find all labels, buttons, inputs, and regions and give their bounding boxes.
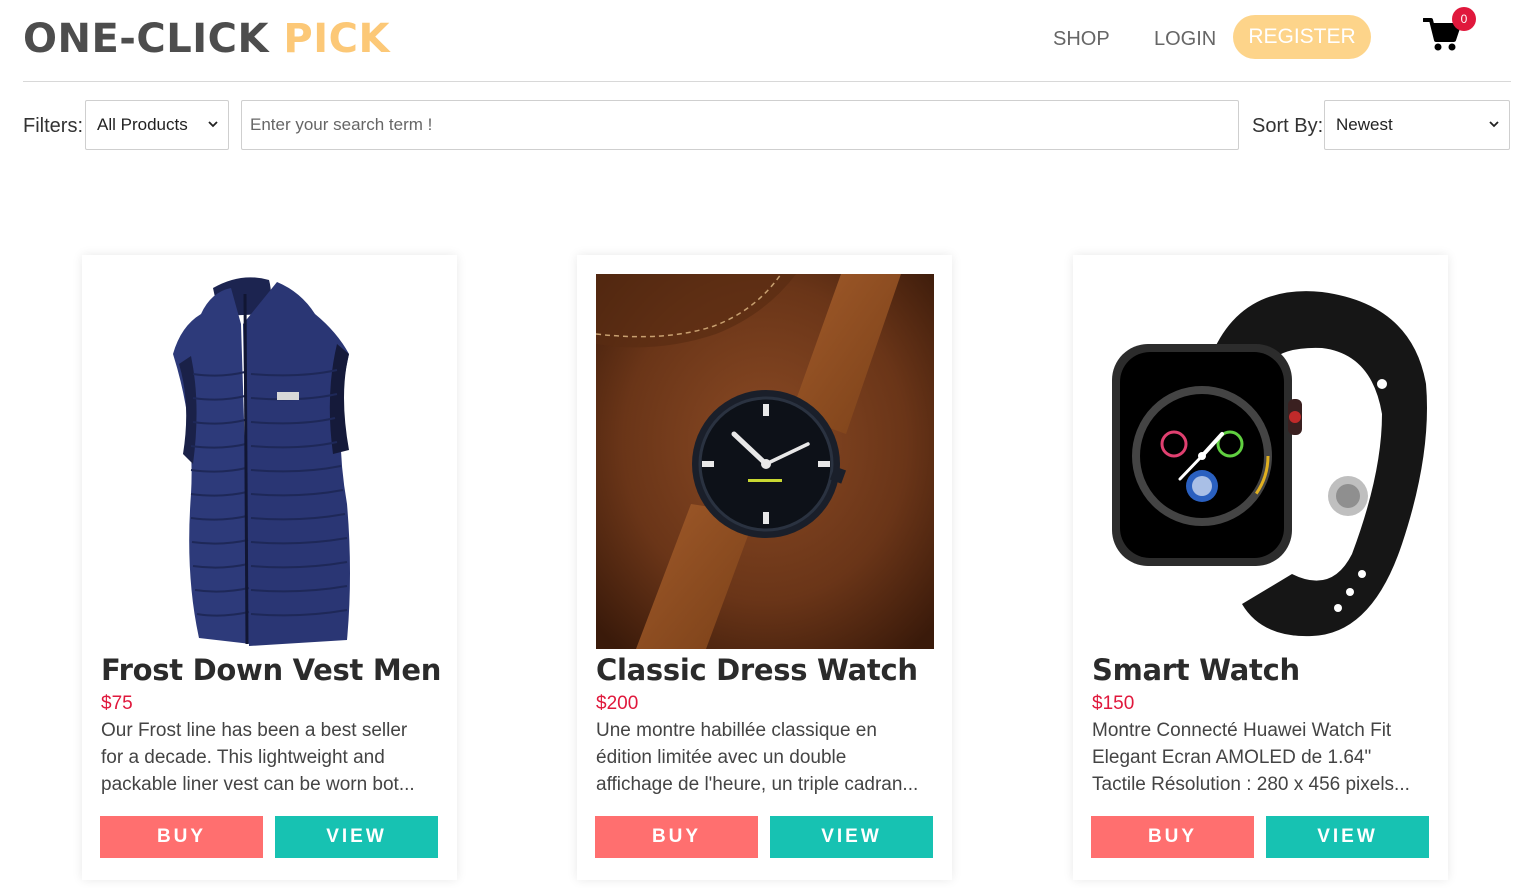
product-title[interactable]: Smart Watch <box>1092 651 1300 689</box>
buy-button[interactable]: BUY <box>1091 816 1254 858</box>
chevron-down-icon <box>1489 121 1499 128</box>
description-line: for a decade. This lightweight and <box>101 747 385 768</box>
product-price: $75 <box>101 693 133 714</box>
register-button[interactable]: REGISTER <box>1233 15 1371 59</box>
description-line: packable liner vest can be worn bot... <box>101 774 415 795</box>
product-description: Une montre habillée classique en édition… <box>596 717 936 798</box>
brand-name-part1: ONE-CLICK <box>23 16 269 62</box>
description-line: Tactile Résolution : 280 x 456 pixels... <box>1092 774 1410 795</box>
view-button[interactable]: VIEW <box>1266 816 1429 858</box>
product-price: $200 <box>596 693 639 714</box>
product-description: Our Frost line has been a best seller fo… <box>101 717 441 798</box>
brand-name-part2: PICK <box>283 16 390 62</box>
site-header: ONE-CLICK PICK SHOP LOGIN REGISTER <box>23 0 1511 82</box>
view-button[interactable]: VIEW <box>770 816 933 858</box>
search-input[interactable] <box>241 100 1239 150</box>
description-line: Our Frost line has been a best seller <box>101 720 408 741</box>
description-line: Montre Connecté Huawei Watch Fit <box>1092 720 1392 741</box>
sort-select[interactable]: Newest <box>1324 100 1510 150</box>
category-select-value: All Products <box>97 115 188 134</box>
product-image-smart-watch[interactable] <box>1092 274 1430 649</box>
nav-login-link[interactable]: LOGIN <box>1154 26 1216 52</box>
filters-label: Filters: <box>23 115 83 137</box>
category-select[interactable]: All Products <box>85 100 229 150</box>
description-line: affichage de l'heure, un triple cadran..… <box>596 774 919 795</box>
product-image-dress-watch[interactable] <box>596 274 934 649</box>
buy-button[interactable]: BUY <box>100 816 263 858</box>
sort-by-label: Sort By: <box>1252 115 1324 137</box>
product-description: Montre Connecté Huawei Watch Fit Elegant… <box>1092 717 1432 798</box>
product-title[interactable]: Classic Dress Watch <box>596 651 918 689</box>
nav-shop-link[interactable]: SHOP <box>1053 26 1110 52</box>
chevron-down-icon <box>208 121 218 128</box>
view-button[interactable]: VIEW <box>275 816 438 858</box>
product-card: Frost Down Vest Men $75 Our Frost line h… <box>82 255 457 880</box>
brand-logo[interactable]: ONE-CLICK PICK <box>23 16 390 62</box>
description-line: édition limitée avec un double <box>596 747 847 768</box>
sort-select-value: Newest <box>1336 115 1393 134</box>
product-card: Classic Dress Watch $200 Une montre habi… <box>577 255 952 880</box>
buy-button[interactable]: BUY <box>595 816 758 858</box>
cart-count-badge: 0 <box>1452 7 1476 31</box>
product-image-vest[interactable] <box>101 274 439 649</box>
product-card: Smart Watch $150 Montre Connecté Huawei … <box>1073 255 1448 880</box>
product-price: $150 <box>1092 693 1135 714</box>
description-line: Elegant Ecran AMOLED de 1.64" <box>1092 747 1372 768</box>
product-title[interactable]: Frost Down Vest Men <box>101 651 441 689</box>
description-line: Une montre habillée classique en <box>596 720 877 741</box>
